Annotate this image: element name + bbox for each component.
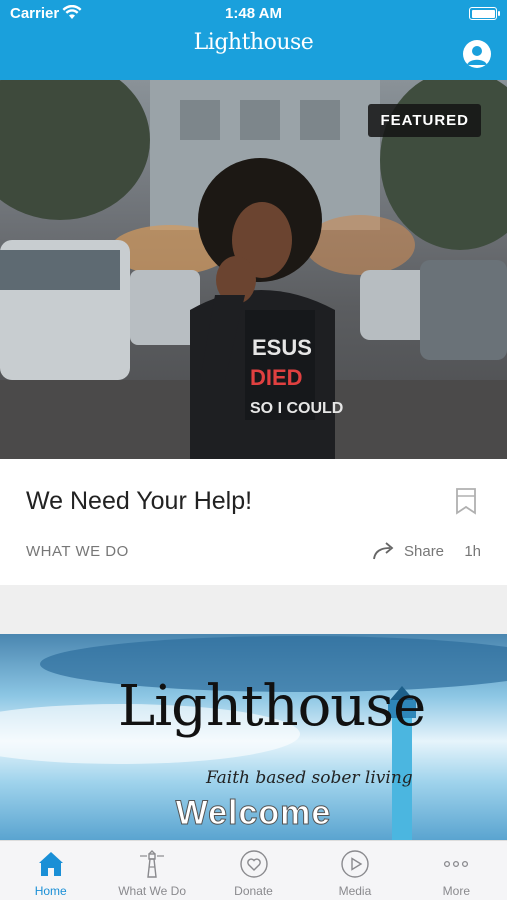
- welcome-logo: Lighthouse: [118, 674, 426, 739]
- svg-text:SO I COULD: SO I COULD: [250, 400, 343, 417]
- tab-label: Home: [34, 884, 67, 898]
- play-icon: [341, 850, 369, 878]
- tab-label: Media: [338, 884, 372, 898]
- welcome-heading: Welcome: [175, 794, 332, 833]
- tab-bar: Home What We Do Donate Media More: [0, 840, 507, 900]
- home-icon: [38, 852, 63, 876]
- featured-image[interactable]: ESUS DIED SO I COULD FEATURED: [0, 80, 507, 459]
- tab-home[interactable]: Home: [0, 841, 101, 900]
- featured-badge: FEATURED: [368, 104, 481, 137]
- tab-donate[interactable]: Donate: [203, 841, 304, 900]
- status-bar: Carrier 1:48 AM: [0, 0, 507, 28]
- heart-icon: [239, 850, 268, 878]
- welcome-tagline: Faith based sober living: [206, 768, 413, 788]
- app-logo: Lighthouse: [0, 30, 507, 55]
- more-icon: [444, 860, 469, 868]
- welcome-logo-text: Lighthouse: [118, 674, 426, 739]
- bookmark-icon[interactable]: [455, 487, 477, 515]
- tab-label: What We Do: [118, 884, 187, 898]
- lighthouse-icon: [140, 850, 165, 878]
- article-category[interactable]: WHAT WE DO: [26, 543, 129, 560]
- tab-label: More: [442, 884, 470, 898]
- share-icon[interactable]: [372, 541, 396, 561]
- user-icon: [467, 46, 487, 65]
- clock: 1:48 AM: [225, 5, 282, 22]
- logo-text: Lighthouse: [193, 30, 314, 55]
- app-header: Carrier 1:48 AM Lighthouse: [0, 0, 507, 80]
- article-title[interactable]: We Need Your Help!: [26, 487, 252, 516]
- tab-media[interactable]: Media: [304, 841, 405, 900]
- article-card[interactable]: We Need Your Help! WHAT WE DO Share 1h: [0, 459, 507, 585]
- svg-text:ESUS: ESUS: [252, 335, 312, 360]
- profile-button[interactable]: [463, 40, 491, 68]
- battery-icon: [469, 7, 500, 20]
- tab-what-we-do[interactable]: What We Do: [101, 841, 202, 900]
- share-button[interactable]: Share: [404, 543, 444, 560]
- welcome-card[interactable]: Lighthouse Faith based sober living Welc…: [0, 634, 507, 840]
- tab-more[interactable]: More: [406, 841, 507, 900]
- tab-label: Donate: [234, 884, 273, 898]
- svg-text:DIED: DIED: [250, 365, 303, 390]
- article-age: 1h: [464, 543, 481, 560]
